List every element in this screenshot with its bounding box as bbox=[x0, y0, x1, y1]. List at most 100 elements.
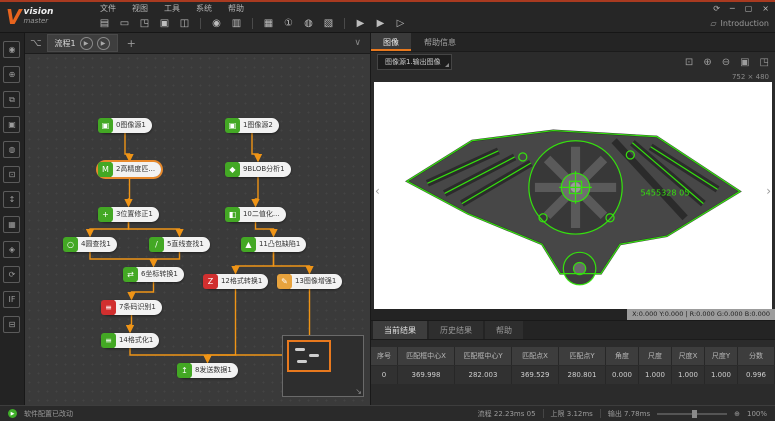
result-column-header: 分数 bbox=[738, 347, 775, 365]
color-globe-icon[interactable]: ◍ bbox=[3, 141, 20, 158]
logo-line2: master bbox=[23, 17, 53, 26]
flow-node-n13[interactable]: ✎13图像增强1 bbox=[277, 274, 342, 289]
toolbar-separator bbox=[200, 18, 201, 29]
result-cell: 369.998 bbox=[398, 366, 455, 384]
maximize-button[interactable]: ▢ bbox=[745, 3, 753, 15]
zoom-out-icon[interactable]: ⊖ bbox=[722, 57, 730, 68]
flow-node-n14[interactable]: ≡14格式化1 bbox=[101, 333, 159, 348]
flow-node-n10[interactable]: ◧10二值化... bbox=[225, 207, 286, 222]
run-once-icon[interactable]: ▶ bbox=[354, 17, 367, 30]
text-monitor-icon[interactable]: ▦ bbox=[262, 17, 275, 30]
flow-node-n9[interactable]: ◆9BLOB分析1 bbox=[225, 162, 291, 177]
zoom-icon[interactable]: ⊕ bbox=[734, 410, 740, 418]
session-history-icon[interactable]: ⟳ bbox=[713, 3, 720, 15]
flow-list-icon[interactable]: ⌥ bbox=[30, 38, 42, 49]
if-logic-icon[interactable]: IF bbox=[3, 291, 20, 308]
module-status-icon: ▣ bbox=[225, 118, 240, 133]
flow-node-label: 8发送数据1 bbox=[190, 363, 238, 378]
flow-canvas[interactable]: ↘ ▣0图像源1 M2高精度匹... +3位置修正1 ○4圆查找1/5直线查找1 ⇄6坐… bbox=[25, 54, 370, 405]
result-tab-0[interactable]: 当前结果 bbox=[373, 321, 427, 339]
image-panel-tab-0[interactable]: 图像 bbox=[371, 33, 411, 51]
flow-minimap[interactable]: ↘ bbox=[282, 335, 364, 397]
result-tab-1[interactable]: 历史结果 bbox=[429, 321, 483, 339]
inspected-part-image: 5455328 05 bbox=[401, 93, 746, 298]
flow-tab[interactable]: 流程1 ▶ ▶ bbox=[47, 34, 118, 52]
image-panel-tab-1[interactable]: 帮助信息 bbox=[412, 33, 468, 51]
variable-tag-icon[interactable]: ① bbox=[282, 17, 295, 30]
flow-node-label: 11凸包缺陷1 bbox=[254, 237, 306, 252]
menu-bar: 文件 视图 工具 系统 帮助 bbox=[92, 2, 659, 15]
table-row[interactable]: 0369.998282.003369.529280.8010.0001.0001… bbox=[371, 366, 775, 384]
zoom-slider[interactable] bbox=[657, 413, 727, 415]
introduction-link[interactable]: ▱ Introduction bbox=[710, 15, 769, 32]
run-continuous-icon[interactable]: ▶ bbox=[374, 17, 387, 30]
result-column-header: 匹配点Y bbox=[559, 347, 606, 365]
flow-node-n12[interactable]: Z12格式转换1 bbox=[203, 274, 268, 289]
module-status-icon: + bbox=[98, 207, 113, 222]
close-button[interactable]: × bbox=[762, 3, 769, 15]
add-flow-button[interactable]: + bbox=[127, 37, 136, 50]
prev-image-arrow[interactable]: ‹ bbox=[375, 184, 380, 198]
image-result-panel: 图像帮助信息 图像源1.输出图像 ⊡⊕⊖▣◳ 752 × 480 ‹ › bbox=[370, 33, 775, 405]
fill-tool-icon[interactable]: ◈ bbox=[3, 241, 20, 258]
one-to-one-icon[interactable]: ▣ bbox=[740, 57, 749, 68]
flow-node-n11[interactable]: ▲11凸包缺陷1 bbox=[241, 237, 306, 252]
window-layout-icon[interactable]: ◫ bbox=[178, 17, 191, 30]
flow-run-once-icon[interactable]: ▶ bbox=[80, 37, 93, 50]
zoom-in-icon[interactable]: ⊕ bbox=[703, 57, 711, 68]
match-tool-icon[interactable]: ⊡ bbox=[3, 166, 20, 183]
flow-node-n4[interactable]: ○4圆查找1 bbox=[63, 237, 117, 252]
menu-item[interactable]: 帮助 bbox=[228, 3, 244, 14]
zoom-slider-thumb[interactable] bbox=[692, 410, 697, 418]
image-source-dropdown[interactable]: 图像源1.输出图像 bbox=[377, 54, 452, 70]
menu-item[interactable]: 视图 bbox=[132, 3, 148, 14]
image-viewport[interactable]: ‹ › bbox=[374, 82, 772, 309]
panel-columns-icon[interactable]: ▥ bbox=[230, 17, 243, 30]
flow-node-n3[interactable]: +3位置修正1 bbox=[98, 207, 159, 222]
flow-node-n2[interactable]: M2高精度匹... bbox=[98, 162, 161, 177]
save-image-icon[interactable]: ◳ bbox=[760, 57, 769, 68]
save-icon[interactable]: ▤ bbox=[98, 17, 111, 30]
camera-manager-icon[interactable]: ◉ bbox=[210, 17, 223, 30]
snapshot-icon[interactable]: ▣ bbox=[158, 17, 171, 30]
result-cell: 0 bbox=[371, 366, 398, 384]
flow-node-label: 12格式转换1 bbox=[216, 274, 268, 289]
flow-tab-label: 流程1 bbox=[55, 38, 76, 49]
io-config-icon[interactable]: ▧ bbox=[322, 17, 335, 30]
flow-node-n5[interactable]: /5直线查找1 bbox=[149, 237, 210, 252]
flow-node-n8[interactable]: ↥8发送数据1 bbox=[177, 363, 238, 378]
layers-icon[interactable]: ⧉ bbox=[3, 91, 20, 108]
menu-item[interactable]: 系统 bbox=[196, 3, 212, 14]
communication-icon[interactable]: ◍ bbox=[302, 17, 315, 30]
timing-label: 流程 22.23ms 05 bbox=[478, 409, 536, 419]
flow-node-n0[interactable]: ▣0图像源1 bbox=[98, 118, 152, 133]
output-node-icon[interactable]: ⊟ bbox=[3, 316, 20, 333]
menu-item[interactable]: 文件 bbox=[100, 3, 116, 14]
caliper-measure-icon[interactable]: ↕ bbox=[3, 191, 20, 208]
flow-node-label: 1图像源2 bbox=[238, 118, 279, 133]
flow-node-label: 13图像增强1 bbox=[290, 274, 342, 289]
main-toolbar: ▤ ▭ ◳ ▣ ◫ ◉ ▥ ▦ ① ◍ ▧ ▶ ▶ ▷ bbox=[92, 15, 659, 32]
locate-crosshair-icon[interactable]: ⊕ bbox=[3, 66, 20, 83]
zoom-percent-label: 100% bbox=[747, 410, 767, 418]
module-status-icon: ◆ bbox=[225, 162, 240, 177]
flow-collapse-icon[interactable]: ∨ bbox=[354, 38, 365, 48]
minimize-button[interactable]: ─ bbox=[730, 3, 735, 15]
flow-run-loop-icon[interactable]: ▶ bbox=[97, 37, 110, 50]
focus-region-icon[interactable]: ▣ bbox=[3, 116, 20, 133]
history-clock-icon[interactable]: ⟳ bbox=[3, 266, 20, 283]
flow-node-n7[interactable]: ≡7条码识别1 bbox=[101, 300, 162, 315]
acquisition-camera-icon[interactable]: ◉ bbox=[3, 41, 20, 58]
menu-item[interactable]: 工具 bbox=[164, 3, 180, 14]
fit-window-icon[interactable]: ⊡ bbox=[685, 57, 693, 68]
export-solution-icon[interactable]: ◳ bbox=[138, 17, 151, 30]
minimap-viewport[interactable] bbox=[287, 340, 331, 372]
image-adjust-icon[interactable]: ▦ bbox=[3, 216, 20, 233]
minimap-resize-icon[interactable]: ↘ bbox=[355, 387, 362, 396]
open-folder-icon[interactable]: ▭ bbox=[118, 17, 131, 30]
next-image-arrow[interactable]: › bbox=[766, 184, 771, 198]
flow-node-n6[interactable]: ⇄6坐标转换1 bbox=[123, 267, 184, 282]
step-run-icon[interactable]: ▷ bbox=[394, 17, 407, 30]
result-tab-2[interactable]: 帮助 bbox=[485, 321, 523, 339]
flow-node-n1[interactable]: ▣1图像源2 bbox=[225, 118, 279, 133]
